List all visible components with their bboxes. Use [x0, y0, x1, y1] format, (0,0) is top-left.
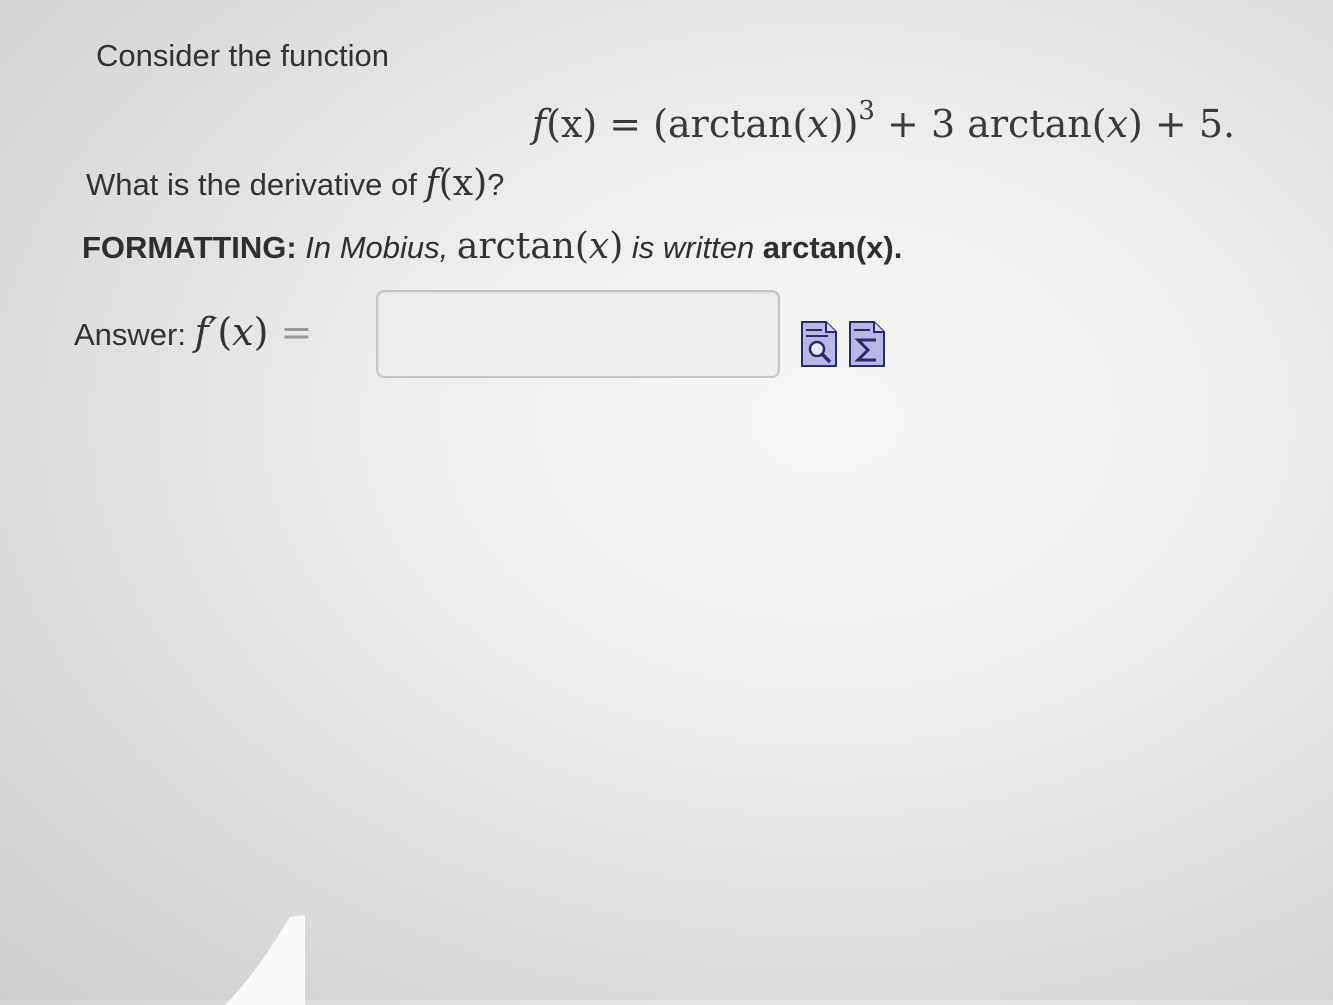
equation-editor-button[interactable]	[848, 318, 886, 368]
equation-editor-icon	[849, 321, 885, 367]
formatting-math-close: )	[609, 226, 624, 267]
formatting-math-x: x	[588, 226, 610, 267]
preview-icon	[801, 321, 837, 367]
formula-equals: =	[597, 102, 654, 146]
formula-term2-close: ) + 5.	[1128, 102, 1236, 146]
answer-arg-close: )	[253, 310, 269, 354]
formatting-text1: In Mobius,	[296, 230, 457, 265]
formula-exponent: 3	[858, 96, 875, 126]
formula-lhs-arg: (x)	[546, 102, 598, 146]
answer-f-prime: f′	[194, 310, 218, 354]
preview-button[interactable]	[800, 318, 838, 368]
answer-equals: =	[268, 310, 313, 354]
formatting-text2: is written	[623, 230, 763, 265]
function-formula: f(x) = (arctan(x))3 + 3 arctan(x) + 5.	[532, 96, 1235, 146]
screen-glare	[225, 915, 305, 1005]
formatting-note: FORMATTING: In Mobius, arctan(x) is writ…	[82, 226, 902, 267]
answer-arg-x: x	[232, 310, 254, 354]
question-intro: Consider the function	[96, 38, 389, 73]
formatting-label: FORMATTING:	[82, 230, 297, 265]
question-prompt: What is the derivative of f(x)?	[86, 163, 504, 204]
answer-input[interactable]	[376, 290, 780, 378]
formula-term1-open: (arctan(	[653, 102, 808, 146]
answer-arg-open: (	[217, 310, 233, 354]
question-arg: (x)	[438, 163, 488, 204]
formula-term2: + 3 arctan(	[874, 102, 1107, 146]
question-f: f	[425, 163, 439, 204]
formatting-code: arctan(x).	[762, 230, 903, 265]
formula-term1-close: ))	[828, 102, 859, 146]
question-prefix: What is the derivative of	[86, 167, 426, 202]
answer-label-text: Answer:	[74, 317, 195, 352]
formatting-math-func: arctan(	[456, 226, 589, 267]
answer-label: Answer: f′(x) =	[74, 310, 312, 354]
formula-f: f	[532, 102, 547, 146]
formula-term2-x: x	[1106, 102, 1128, 146]
question-suffix: ?	[487, 167, 505, 202]
formula-term1-x: x	[807, 102, 829, 146]
